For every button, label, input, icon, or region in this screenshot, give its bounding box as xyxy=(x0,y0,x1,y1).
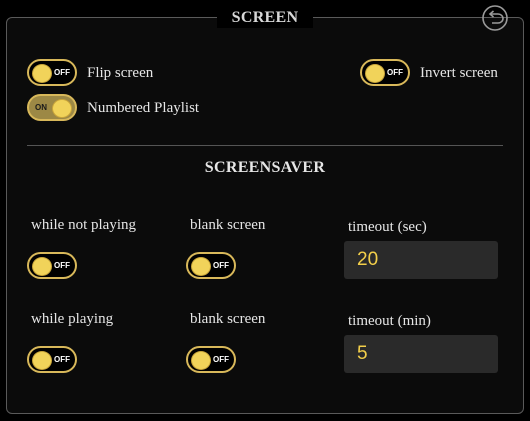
timeout-sec-input[interactable] xyxy=(344,241,498,279)
numbered-playlist-toggle[interactable]: ON xyxy=(27,94,77,121)
invert-screen-toggle[interactable]: OFF xyxy=(360,59,410,86)
toggle-state: OFF xyxy=(54,261,70,270)
timeout-min-input[interactable] xyxy=(344,335,498,373)
toggle-state: OFF xyxy=(387,68,403,77)
toggle-state: OFF xyxy=(213,261,229,270)
blank-screen-not-playing-toggle[interactable]: OFF xyxy=(186,252,236,279)
toggle-knob xyxy=(365,64,385,83)
blank-screen-label: blank screen xyxy=(190,311,266,327)
toggle-knob xyxy=(191,257,211,276)
while-not-playing-label: while not playing xyxy=(31,217,136,233)
while-playing-toggle[interactable]: OFF xyxy=(27,346,77,373)
toggle-knob xyxy=(32,351,52,370)
toggle-knob xyxy=(191,351,211,370)
blank-screen-playing-toggle[interactable]: OFF xyxy=(186,346,236,373)
toggle-state: OFF xyxy=(213,355,229,364)
toggle-knob xyxy=(32,257,52,276)
toggle-state: OFF xyxy=(54,68,70,77)
section-divider xyxy=(27,145,503,146)
back-button[interactable] xyxy=(480,4,510,32)
toggle-state: OFF xyxy=(54,355,70,364)
panel-title: SCREEN xyxy=(217,8,313,28)
toggle-state: ON xyxy=(35,103,47,112)
blank-screen-label: blank screen xyxy=(190,217,266,233)
flip-screen-toggle[interactable]: OFF xyxy=(27,59,77,86)
toggle-knob xyxy=(52,99,72,118)
invert-screen-label: Invert screen xyxy=(420,65,498,81)
timeout-min-label: timeout (min) xyxy=(348,313,431,329)
screensaver-title: SCREENSAVER xyxy=(204,159,326,176)
back-arrow-icon xyxy=(482,5,508,31)
numbered-playlist-label: Numbered Playlist xyxy=(87,100,200,116)
while-playing-label: while playing xyxy=(31,311,114,327)
while-not-playing-toggle[interactable]: OFF xyxy=(27,252,77,279)
toggle-knob xyxy=(32,64,52,83)
timeout-sec-label: timeout (sec) xyxy=(348,219,427,235)
flip-screen-label: Flip screen xyxy=(87,65,154,81)
